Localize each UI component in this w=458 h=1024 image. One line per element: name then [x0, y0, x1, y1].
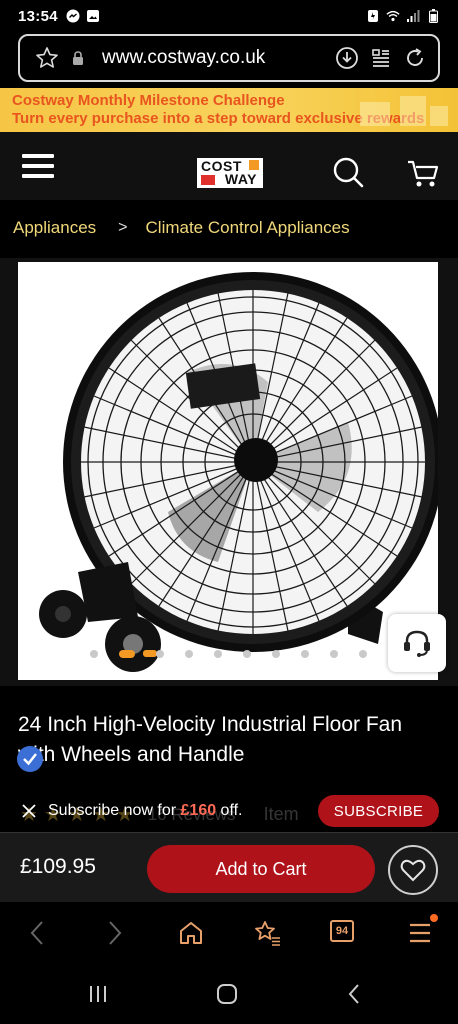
signal-icon: [406, 9, 420, 23]
home-icon[interactable]: [176, 918, 206, 948]
breadcrumb-separator: >: [118, 219, 128, 236]
site-header: COST WAY: [0, 132, 458, 200]
reader-mode-icon[interactable]: [368, 45, 394, 71]
purchase-bar: £109.95 Add to Cart: [0, 832, 458, 902]
carousel-dot[interactable]: [329, 650, 338, 658]
status-bar: 13:54: [0, 0, 458, 32]
subscribe-text: Subscribe now for £160 off.: [48, 802, 243, 819]
add-to-cart-button[interactable]: Add to Cart: [147, 845, 375, 893]
heart-icon: [400, 859, 426, 882]
carousel-dot[interactable]: [300, 650, 309, 658]
carousel-dot[interactable]: [184, 650, 193, 658]
tabs-button[interactable]: 94: [330, 920, 354, 942]
subscribe-bar: Subscribe now for £160 off. SUBSCRIBE: [0, 792, 458, 830]
search-icon[interactable]: [332, 156, 364, 188]
bookmark-star-icon[interactable]: [34, 45, 60, 71]
carousel-dot[interactable]: [89, 650, 98, 658]
download-icon[interactable]: [334, 45, 360, 71]
browser-toolbar: www.costway.co.uk: [0, 32, 458, 86]
battery-icon: [426, 9, 440, 23]
close-icon[interactable]: [20, 802, 38, 820]
system-home-icon[interactable]: [213, 980, 241, 1008]
carousel-dot[interactable]: [271, 650, 280, 658]
headset-icon: [404, 630, 430, 657]
customer-support-button[interactable]: [388, 614, 446, 672]
lock-icon[interactable]: [70, 45, 86, 71]
promo-banner[interactable]: Costway Monthly Milestone Challenge Turn…: [0, 88, 458, 132]
carousel-dot[interactable]: [242, 650, 251, 658]
breadcrumb: Appliances > Climate Control Appliances: [0, 200, 458, 256]
breadcrumb-item-climate-control[interactable]: Climate Control Appliances: [146, 218, 350, 238]
gift-decoration-icon: [360, 96, 448, 126]
forward-icon[interactable]: [100, 918, 130, 948]
product-title: 24 Inch High-Velocity Industrial Floor F…: [18, 710, 448, 770]
browser-bottom-nav: 94: [0, 904, 458, 962]
product-image[interactable]: [18, 262, 438, 680]
wishlist-button[interactable]: [388, 845, 438, 895]
breadcrumb-item-appliances[interactable]: Appliances: [13, 218, 96, 238]
status-time: 13:54: [18, 7, 58, 25]
wifi-icon: [386, 9, 400, 23]
product-title-line1: 24 Inch High-Velocity Industrial Floor F…: [18, 713, 403, 736]
recent-apps-icon[interactable]: [84, 980, 112, 1008]
verified-badge-icon[interactable]: [16, 745, 44, 773]
cart-icon[interactable]: [406, 158, 440, 188]
subscribe-button[interactable]: SUBSCRIBE: [318, 795, 439, 827]
product-title-line2: with Wheels and Handle: [18, 743, 245, 766]
carousel-dot[interactable]: [358, 650, 367, 658]
subscribe-amount: £160: [180, 802, 217, 819]
carousel-dot[interactable]: [213, 650, 222, 658]
carousel-dot[interactable]: [118, 650, 135, 658]
address-bar[interactable]: www.costway.co.uk: [18, 34, 440, 82]
system-nav-bar: [0, 962, 458, 1024]
carousel-dot[interactable]: [155, 650, 164, 658]
back-icon[interactable]: [22, 918, 52, 948]
battery-saver-icon: [366, 9, 380, 23]
messenger-icon: [66, 9, 80, 23]
gallery-icon: [86, 9, 100, 23]
costway-logo[interactable]: COST WAY: [197, 158, 263, 188]
reload-icon[interactable]: [402, 45, 428, 71]
menu-icon[interactable]: [22, 154, 54, 178]
url-text[interactable]: www.costway.co.uk: [86, 47, 326, 69]
notification-dot: [430, 914, 438, 922]
system-back-icon[interactable]: [340, 980, 368, 1008]
carousel-dots: [18, 650, 438, 658]
browser-menu-icon[interactable]: [405, 918, 435, 948]
product-price: £109.95: [20, 855, 96, 878]
bookmarks-icon[interactable]: [252, 918, 282, 948]
